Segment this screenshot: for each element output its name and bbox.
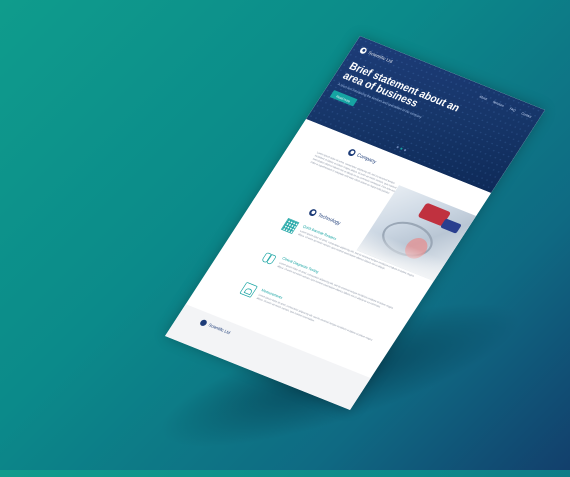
company-heading: Company bbox=[346, 148, 378, 165]
lungs-icon bbox=[260, 250, 279, 266]
footer-logo[interactable]: Scientific Ltd bbox=[198, 318, 232, 336]
company-title: Company bbox=[355, 152, 378, 165]
footer-brand: Scientific Ltd bbox=[207, 323, 231, 336]
scale-icon bbox=[239, 281, 258, 298]
carousel-dot[interactable] bbox=[396, 145, 400, 149]
mockup-scene: Scientific Ltd About Services FAQ Contac… bbox=[0, 0, 570, 470]
qr-icon bbox=[280, 218, 300, 234]
carousel-dot-active[interactable] bbox=[399, 147, 403, 150]
website-mockup-page: Scientific Ltd About Services FAQ Contac… bbox=[164, 36, 546, 411]
